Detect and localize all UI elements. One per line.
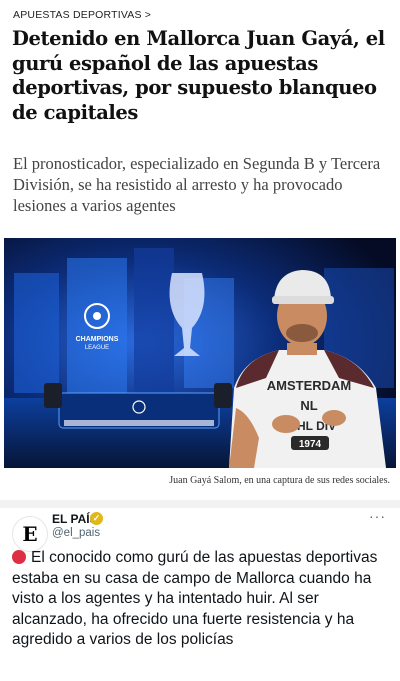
tweet-card[interactable]: E EL PAÍS ✓ @el_pais ··· El conocido com… xyxy=(0,508,400,681)
author-avatar[interactable]: E xyxy=(12,516,48,552)
tweet-body: El conocido como gurú de las apuestas de… xyxy=(12,549,378,648)
section-divider xyxy=(0,500,400,508)
section-breadcrumb[interactable]: APUESTAS DEPORTIVAS > xyxy=(13,9,151,21)
svg-text:LEAGUE: LEAGUE xyxy=(85,345,109,351)
photo-caption: Juan Gayá Salom, en una captura de sus r… xyxy=(169,475,390,486)
svg-text:CHAMPIONS: CHAMPIONS xyxy=(76,336,119,343)
tweet-text: El conocido como gurú de las apuestas de… xyxy=(12,548,390,651)
article-photo: CHAMPIONS LEAGUE AMSTERDAM NL ATHL DIV 1… xyxy=(4,238,396,468)
article-subtitle: El pronosticador, especializado en Segun… xyxy=(13,154,381,215)
svg-text:AMSTERDAM: AMSTERDAM xyxy=(267,378,352,393)
author-handle[interactable]: @el_pais xyxy=(52,527,100,539)
verified-badge-icon: ✓ xyxy=(90,512,103,525)
article-headline: Detenido en Mallorca Juan Gayá, el gurú … xyxy=(12,27,385,124)
svg-text:1974: 1974 xyxy=(299,439,322,450)
svg-text:NL: NL xyxy=(300,398,317,413)
red-circle-icon xyxy=(12,550,26,564)
article: APUESTAS DEPORTIVAS > Detenido en Mallor… xyxy=(0,0,400,508)
more-options-icon[interactable]: ··· xyxy=(369,508,386,524)
